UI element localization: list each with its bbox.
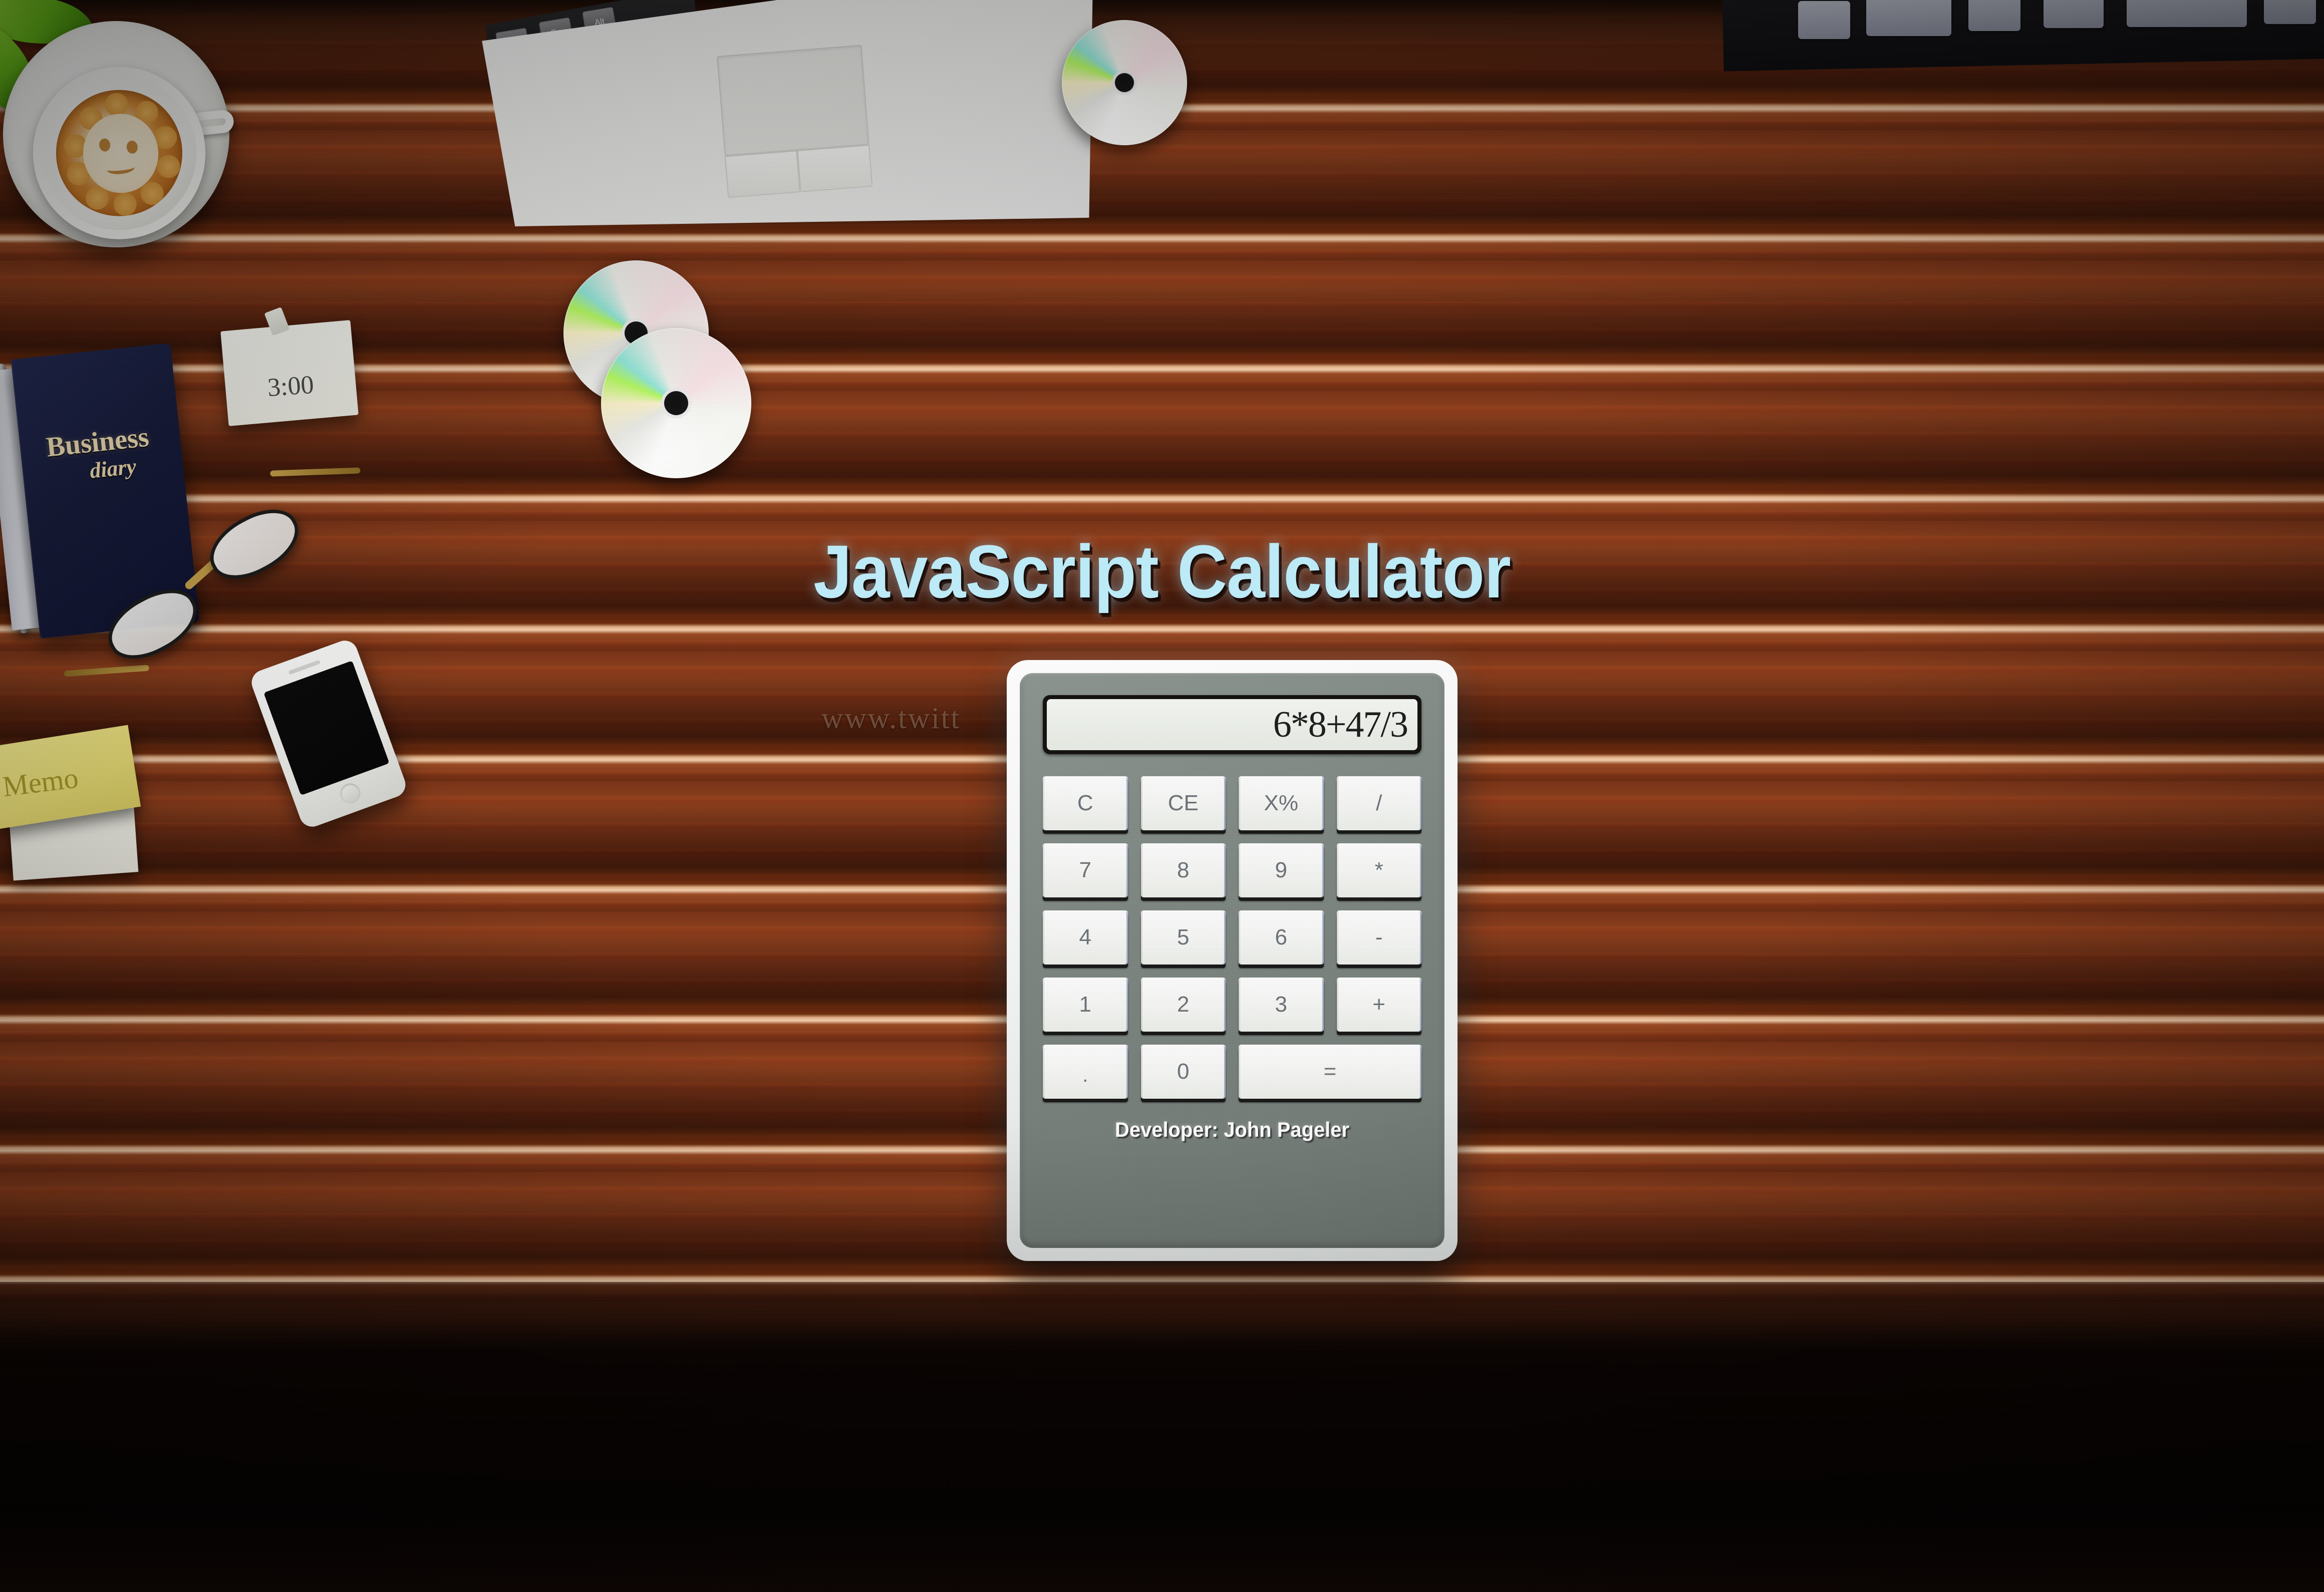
coffee-surface bbox=[50, 84, 189, 223]
latte-art-ray bbox=[112, 191, 138, 217]
digit-4-button[interactable]: 4 bbox=[1043, 910, 1128, 965]
keyboard-key bbox=[1866, 0, 1951, 36]
time-note-text: 3:00 bbox=[266, 370, 315, 403]
percent-button[interactable]: X% bbox=[1239, 776, 1324, 830]
clear-button[interactable]: C bbox=[1043, 776, 1128, 830]
cd-disc bbox=[601, 328, 751, 478]
laptop-trackpad-right-button bbox=[797, 144, 873, 192]
digit-1-button[interactable]: 1 bbox=[1043, 978, 1128, 1032]
time-note: 3:00 bbox=[220, 306, 359, 426]
latte-art-eye bbox=[98, 138, 111, 152]
calculator-display-bezel: 6*8+47/3 bbox=[1043, 695, 1421, 754]
calculator-widget: 6*8+47/3 C CE X%/ 7 8 9 * 4 5 6- 1 2 3 +. 0 = Developer… bbox=[1007, 660, 1458, 1261]
divide-button[interactable]: / bbox=[1336, 776, 1421, 830]
digit-0-button[interactable]: 0 bbox=[1140, 1045, 1226, 1099]
digit-9-button[interactable]: 9 bbox=[1239, 843, 1324, 897]
latte-art-ray bbox=[104, 92, 130, 117]
latte-art-eye bbox=[126, 140, 139, 154]
keyboard-key bbox=[2264, 0, 2316, 24]
add-button[interactable]: + bbox=[1336, 978, 1421, 1032]
subtract-button[interactable]: - bbox=[1336, 910, 1421, 965]
digit-7-button[interactable]: 7 bbox=[1043, 843, 1128, 897]
phone-earpiece bbox=[288, 660, 321, 675]
memo-note-text: Memo bbox=[1, 761, 80, 803]
digit-8-button[interactable]: 8 bbox=[1140, 843, 1226, 897]
cd-disc bbox=[1062, 20, 1187, 145]
digit-3-button[interactable]: 3 bbox=[1239, 978, 1324, 1032]
calculator-keypad: C CE X%/ 7 8 9 * 4 5 6- 1 2 3 +. 0 = bbox=[1043, 776, 1421, 1099]
digit-5-button[interactable]: 5 bbox=[1140, 910, 1226, 965]
calculator-display[interactable]: 6*8+47/3 bbox=[1047, 699, 1417, 750]
desk-bottom-shadow bbox=[0, 1282, 2324, 1592]
screenshot-root: Ctrl Fn Alt Business diary 3:00 bbox=[0, 0, 2324, 1592]
latte-art-mouth bbox=[106, 161, 136, 176]
coffee-cup bbox=[24, 58, 214, 248]
page-title: JavaScript Calculator bbox=[813, 529, 1511, 613]
digit-2-button[interactable]: 2 bbox=[1140, 978, 1226, 1032]
decimal-point-button[interactable]: . bbox=[1043, 1045, 1128, 1099]
keyboard-key bbox=[1968, 0, 2020, 31]
latte-art-ray bbox=[156, 154, 181, 179]
keyboard-key bbox=[2127, 0, 2247, 27]
digit-6-button[interactable]: 6 bbox=[1239, 910, 1324, 965]
phone-home-button bbox=[337, 780, 364, 806]
equals-button[interactable]: = bbox=[1239, 1045, 1421, 1099]
dark-keyboard bbox=[1722, 0, 2324, 72]
developer-credit: Developer: John Pageler bbox=[1115, 1118, 1349, 1141]
multiply-button[interactable]: * bbox=[1336, 843, 1421, 897]
laptop-trackpad-left-button bbox=[724, 150, 800, 198]
laptop-trackpad bbox=[717, 45, 869, 156]
keyboard-key bbox=[2044, 0, 2104, 28]
clear-entry-button[interactable]: CE bbox=[1140, 776, 1226, 830]
site-watermark: www.twitt bbox=[821, 702, 961, 735]
calculator-body: 6*8+47/3 C CE X%/ 7 8 9 * 4 5 6- 1 2 3 +. 0 = Developer… bbox=[1020, 673, 1444, 1248]
keyboard-key bbox=[1798, 1, 1850, 39]
